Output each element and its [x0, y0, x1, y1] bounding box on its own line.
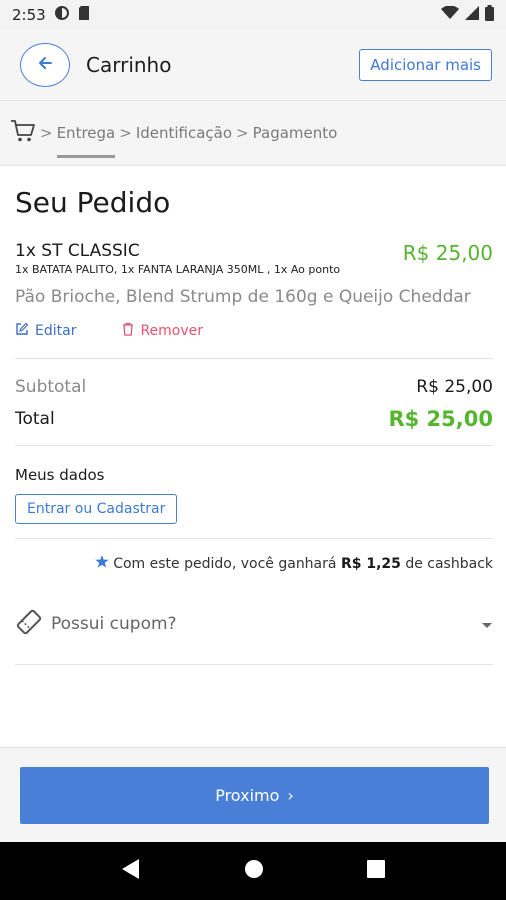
login-register-button[interactable]: Entrar ou Cadastrar — [15, 494, 178, 524]
item-extras: 1x BATATA PALITO, 1x FANTA LARANJA 350ML… — [15, 263, 341, 276]
order-item: 1x ST CLASSIC 1x BATATA PALITO, 1x FANTA… — [15, 241, 493, 276]
cashback-prefix: Com este pedido, você ganhará — [113, 556, 337, 572]
status-time: 2:53 — [12, 6, 46, 24]
wifi-icon — [441, 5, 459, 24]
subtotal-value: R$ 25,00 — [416, 377, 493, 397]
cashback-suffix: de cashback — [405, 556, 493, 572]
item-description: Pão Brioche, Blend Strump de 160g e Quei… — [15, 287, 471, 307]
divider — [15, 664, 493, 665]
signal-icon — [465, 6, 479, 24]
my-data-title: Meus dados — [15, 466, 105, 484]
step-identification[interactable]: Identificação — [136, 124, 232, 142]
chevron-right-icon: › — [287, 786, 294, 805]
trash-icon — [122, 322, 134, 340]
sim-card-icon — [78, 5, 90, 25]
divider — [15, 445, 493, 446]
subtotal-label: Subtotal — [15, 377, 87, 397]
step-separator: > — [40, 124, 53, 142]
chevron-down-icon — [481, 615, 493, 634]
next-button[interactable]: Proximo › — [20, 767, 489, 824]
cart-icon[interactable] — [10, 119, 36, 147]
back-triangle-icon[interactable] — [121, 858, 141, 884]
ticket-icon — [15, 608, 43, 640]
coupon-toggle[interactable]: Possui cupom? — [15, 608, 493, 640]
edit-icon — [15, 322, 29, 340]
item-name: 1x ST CLASSIC — [15, 241, 140, 261]
add-more-button[interactable]: Adicionar mais — [359, 49, 492, 81]
total-value: R$ 25,00 — [388, 407, 493, 431]
remove-label: Remover — [140, 323, 204, 339]
order-title: Seu Pedido — [15, 186, 171, 219]
cashback-amount: R$ 1,25 — [340, 556, 401, 572]
totals: Subtotal R$ 25,00 Total R$ 25,00 — [15, 377, 493, 431]
bottom-bar: Proximo › — [0, 747, 506, 842]
step-separator: > — [236, 124, 249, 142]
data-saver-icon — [54, 5, 70, 25]
subtotal-row: Subtotal R$ 25,00 — [15, 377, 493, 397]
total-row: Total R$ 25,00 — [15, 407, 493, 431]
edit-label: Editar — [35, 323, 77, 339]
item-price: R$ 25,00 — [402, 241, 493, 265]
step-separator: > — [119, 124, 132, 142]
system-nav-bar — [0, 842, 506, 900]
app-header: Carrinho Adicionar mais — [0, 30, 506, 100]
edit-button[interactable]: Editar — [15, 322, 76, 340]
arrow-left-icon — [36, 54, 54, 76]
battery-icon — [485, 5, 494, 25]
home-circle-icon[interactable] — [244, 859, 264, 883]
my-data-section: Meus dados Entrar ou Cadastrar — [15, 466, 493, 524]
step-delivery[interactable]: Entrega — [56, 124, 115, 158]
divider — [15, 538, 493, 539]
total-label: Total — [15, 409, 55, 429]
step-payment[interactable]: Pagamento — [253, 124, 338, 142]
remove-button[interactable]: Remover — [122, 322, 203, 340]
next-label: Proximo — [215, 786, 280, 805]
recents-square-icon[interactable] — [366, 860, 385, 882]
back-button[interactable] — [20, 43, 70, 87]
page-title: Carrinho — [86, 53, 172, 77]
coupon-label: Possui cupom? — [51, 614, 177, 634]
status-bar: 2:53 — [0, 0, 506, 30]
star-icon — [95, 555, 113, 572]
divider — [15, 358, 493, 359]
cashback-info: Com este pedido, você ganhará R$ 1,25 de… — [15, 555, 493, 572]
checkout-steps: > Entrega > Identificação > Pagamento — [0, 100, 506, 166]
item-actions: Editar Remover — [15, 322, 493, 340]
order-content: Seu Pedido 1x ST CLASSIC 1x BATATA PALIT… — [15, 166, 493, 665]
